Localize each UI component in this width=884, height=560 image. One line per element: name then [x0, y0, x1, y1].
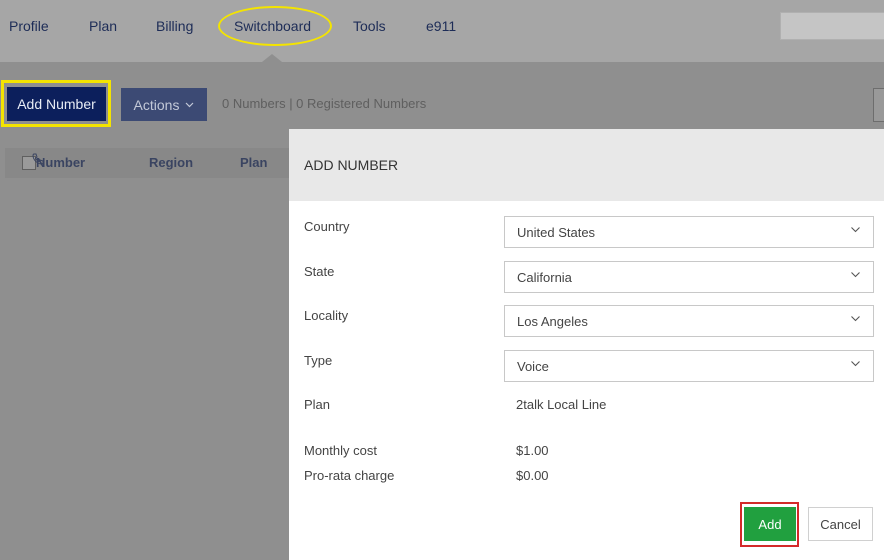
nav-billing[interactable]: Billing — [156, 18, 193, 34]
locality-select[interactable]: Los Angeles — [504, 305, 874, 337]
add-number-highlight — [1, 80, 111, 127]
modal-header: ADD NUMBER — [289, 129, 884, 201]
toolbar-right-control[interactable] — [873, 88, 884, 122]
country-select[interactable]: United States — [504, 216, 874, 248]
top-nav: Profile Plan Billing Switchboard Tools e… — [0, 0, 884, 62]
chevron-down-icon — [851, 316, 860, 322]
add-button-highlight — [740, 502, 799, 547]
type-select[interactable]: Voice — [504, 350, 874, 382]
actions-label: Actions — [133, 96, 180, 113]
actions-button[interactable]: Actions — [121, 88, 207, 121]
col-number[interactable]: Number — [36, 155, 85, 170]
switchboard-highlight-ellipse — [218, 6, 332, 46]
add-number-modal: ADD NUMBER Country United States State C… — [289, 129, 884, 560]
plan-value: 2talk Local Line — [516, 397, 607, 412]
country-label: Country — [304, 219, 350, 234]
country-value: United States — [517, 225, 596, 240]
col-region[interactable]: Region — [149, 155, 193, 170]
chevron-down-icon — [851, 272, 860, 278]
type-value: Voice — [517, 359, 549, 374]
nav-e911[interactable]: e911 — [426, 18, 456, 34]
col-plan[interactable]: Plan — [240, 155, 267, 170]
nav-tools[interactable]: Tools — [353, 18, 386, 34]
modal-title: ADD NUMBER — [304, 157, 399, 173]
state-select[interactable]: California — [504, 261, 874, 293]
locality-value: Los Angeles — [517, 314, 588, 329]
number-counts: 0 Numbers | 0 Registered Numbers — [222, 96, 427, 111]
nav-profile[interactable]: Profile — [9, 18, 49, 34]
state-label: State — [304, 264, 335, 279]
active-tab-caret — [262, 54, 282, 62]
state-value: California — [517, 270, 572, 285]
locality-label: Locality — [304, 308, 349, 323]
monthly-cost-label: Monthly cost — [304, 443, 377, 458]
plan-label: Plan — [304, 397, 331, 412]
type-label: Type — [304, 353, 333, 368]
chevron-down-icon — [851, 227, 860, 233]
monthly-cost-value: $1.00 — [516, 443, 549, 458]
prorata-value: $0.00 — [516, 468, 549, 483]
nav-plan[interactable]: Plan — [89, 18, 117, 34]
search-input[interactable] — [780, 12, 884, 40]
chevron-down-icon — [851, 361, 860, 367]
cancel-button[interactable]: Cancel — [808, 507, 873, 541]
table-header: Number Region Plan — [5, 148, 295, 178]
prorata-label: Pro-rata charge — [304, 468, 395, 483]
chevron-down-icon — [186, 102, 194, 107]
